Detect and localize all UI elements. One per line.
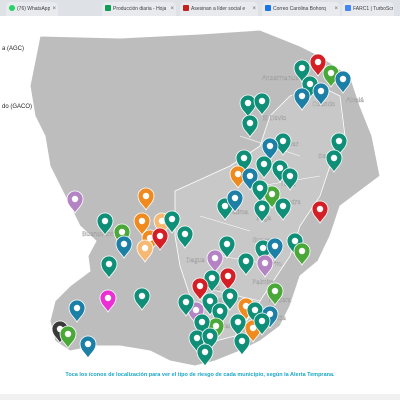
tab-turboscribe[interactable]: FARC1 | TurboScribe bbox=[342, 2, 394, 16]
tab-label: FARC1 | TurboScribe bbox=[353, 6, 393, 12]
legend-fragment: a (AGC) bbox=[2, 46, 25, 52]
tab-asesinan[interactable]: Asesinan a líder social e × bbox=[180, 2, 258, 16]
municipalities-map[interactable]: CartagoAnsermanuevoAlcaláObandoToroEl Do… bbox=[0, 16, 400, 400]
outlook-icon bbox=[265, 5, 271, 11]
browser-tab-bar: (76) WhatsApp × Producción diaria - Hoja ×… bbox=[0, 0, 400, 16]
place-label: Obando bbox=[312, 101, 336, 108]
tab-label: Correo Carolina Bohorq bbox=[273, 6, 326, 12]
tab-produccion[interactable]: Producción diaria - Hoja × bbox=[102, 2, 176, 16]
turboscribe-icon bbox=[345, 5, 351, 11]
place-label: El Dovio bbox=[262, 115, 287, 122]
whatsapp-icon bbox=[9, 5, 15, 11]
gmail-icon bbox=[183, 5, 189, 11]
place-label: Dagua bbox=[186, 257, 206, 264]
tab-correo[interactable]: Correo Carolina Bohorq × bbox=[262, 2, 340, 16]
close-icon[interactable]: × bbox=[170, 2, 174, 16]
footer-note: Toca los íconos de localización para ver… bbox=[65, 372, 335, 378]
sheets-icon bbox=[105, 5, 111, 11]
close-icon[interactable]: × bbox=[252, 2, 256, 16]
tab-label: (76) WhatsApp bbox=[17, 6, 51, 12]
tab-label: Asesinan a líder social e bbox=[191, 6, 246, 12]
tab-label: Producción diaria - Hoja bbox=[113, 6, 167, 12]
close-icon[interactable]: × bbox=[52, 2, 56, 16]
place-label: Alcalá bbox=[346, 97, 364, 104]
legend-fragment: do (GACO) bbox=[2, 104, 33, 110]
tab-whatsapp[interactable]: (76) WhatsApp × bbox=[6, 2, 58, 16]
horizontal-scrollbar[interactable] bbox=[0, 394, 400, 400]
close-icon[interactable]: × bbox=[334, 2, 338, 16]
location-pin-icon[interactable] bbox=[79, 335, 97, 359]
